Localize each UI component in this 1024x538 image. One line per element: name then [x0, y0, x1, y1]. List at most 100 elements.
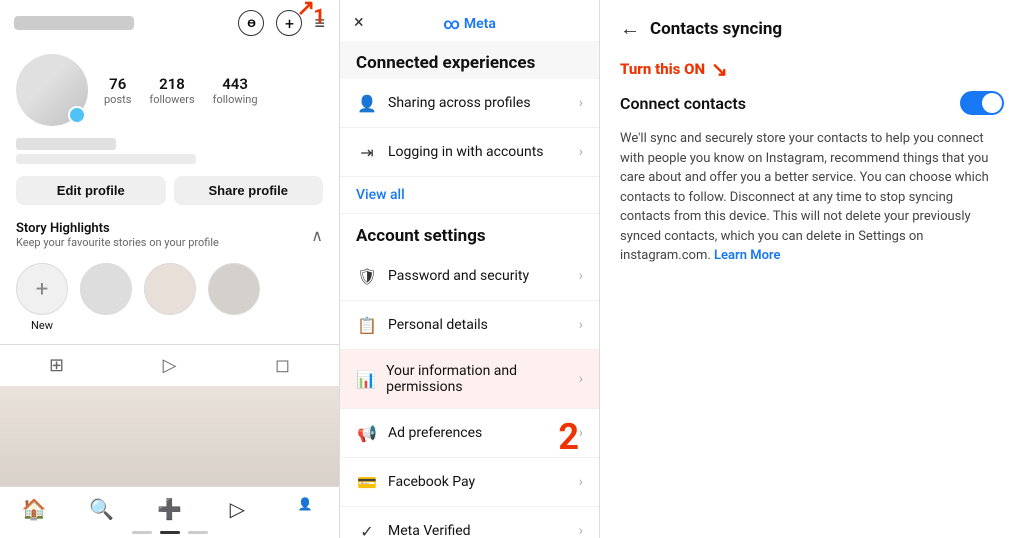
- ce-sharing-left: 👤 Sharing across profiles: [356, 92, 531, 114]
- cs-header: ← Contacts syncing: [620, 16, 1004, 41]
- edit-profile-button[interactable]: Edit profile: [16, 176, 166, 205]
- ig-highlight-2[interactable]: [144, 263, 196, 332]
- ig-stat-posts: 76 posts: [104, 75, 131, 106]
- threads-icon[interactable]: ϴ: [238, 10, 264, 36]
- ce-information-label: Your information and permissions: [386, 363, 579, 395]
- ig-posts-label: posts: [104, 93, 131, 106]
- cs-connect-row: Connect contacts: [620, 91, 1004, 115]
- ig-stats: 76 posts 218 followers 443 following: [104, 75, 258, 106]
- fbpay-icon: 💳: [356, 471, 378, 493]
- cs-turn-on-text: Turn this ON: [620, 60, 705, 78]
- ce-metaverified-item[interactable]: ✓ Meta Verified ›: [340, 507, 599, 538]
- cs-toggle[interactable]: [960, 91, 1004, 115]
- ig-nav-reels[interactable]: ▷: [203, 497, 271, 521]
- ig-highlights-subtitle: Keep your favourite stories on your prof…: [16, 236, 219, 249]
- ig-followers-count: 218: [159, 75, 185, 93]
- ig-top-bar: ϴ + ≡ ↗ 1: [0, 0, 339, 46]
- sharing-chevron-icon: ›: [579, 95, 583, 111]
- ce-adprefs-item[interactable]: 📢 Ad preferences ›: [340, 409, 599, 458]
- ig-nav-profile[interactable]: 👤: [271, 497, 339, 521]
- ce-fbpay-item[interactable]: 💳 Facebook Pay ›: [340, 458, 599, 507]
- ce-information-item[interactable]: 📊 Your information and permissions ›: [340, 350, 599, 409]
- shield-icon: 🛡: [356, 265, 378, 287]
- cs-annotation-row: Turn this ON ↘: [620, 57, 1004, 81]
- ce-metaverified-left: ✓ Meta Verified: [356, 520, 471, 538]
- ce-fbpay-label: Facebook Pay: [388, 474, 475, 490]
- ig-avatar-dot: [68, 106, 86, 124]
- ig-profile-section: 76 posts 218 followers 443 following: [0, 46, 339, 138]
- cs-learn-more-link[interactable]: Learn More: [714, 248, 780, 263]
- ig-highlight-3[interactable]: [208, 263, 260, 332]
- ce-information-left: 📊 Your information and permissions: [356, 363, 579, 395]
- highlights-chevron-icon[interactable]: ∧: [311, 226, 323, 245]
- ce-password-item[interactable]: 🛡 Password and security ›: [340, 252, 599, 301]
- add-icon[interactable]: +: [276, 10, 302, 36]
- ig-highlight-new[interactable]: + New: [16, 263, 68, 332]
- personal-icon: 📋: [356, 314, 378, 336]
- ig-highlight-3-icon: [208, 263, 260, 315]
- ce-logging-left: ⇥ Logging in with accounts: [356, 141, 544, 163]
- cs-connect-label: Connect contacts: [620, 94, 746, 113]
- ig-name-blur: [16, 138, 116, 150]
- ig-following-count: 443: [222, 75, 248, 93]
- ig-highlights-title: Story Highlights: [16, 221, 219, 236]
- ig-top-icons: ϴ + ≡: [238, 10, 325, 36]
- meta-symbol-icon: ∞: [443, 14, 460, 33]
- ig-nav-create[interactable]: ➕: [136, 497, 204, 521]
- ig-tab-grid[interactable]: ⊞: [0, 351, 113, 380]
- ce-view-all-link[interactable]: View all: [340, 177, 599, 214]
- menu-icon[interactable]: ≡: [314, 13, 325, 34]
- ig-highlights-row: + New: [0, 255, 339, 344]
- ce-metaverified-label: Meta Verified: [388, 523, 471, 538]
- ce-fbpay-left: 💳 Facebook Pay: [356, 471, 475, 493]
- ce-adprefs-left: 📢 Ad preferences: [356, 422, 482, 444]
- login-icon: ⇥: [356, 141, 378, 163]
- ig-highlights-info: Story Highlights Keep your favourite sto…: [16, 221, 219, 249]
- ig-avatar: [16, 54, 88, 126]
- ce-sharing-label: Sharing across profiles: [388, 95, 531, 111]
- ig-nav-indicator: [0, 527, 339, 538]
- ce-logging-label: Logging in with accounts: [388, 144, 544, 160]
- ig-stat-following: 443 following: [213, 75, 258, 106]
- meta-label: Meta: [464, 16, 496, 32]
- ce-personal-left: 📋 Personal details: [356, 314, 488, 336]
- ig-nav-search[interactable]: 🔍: [68, 497, 136, 521]
- connected-experiences-panel: × ∞ Meta Connected experiences 👤 Sharing…: [340, 0, 600, 538]
- ig-nav-dot-1: [132, 531, 152, 534]
- information-icon: 📊: [356, 368, 376, 390]
- back-icon[interactable]: ←: [620, 16, 640, 41]
- ig-highlight-add-icon[interactable]: +: [16, 263, 68, 315]
- ig-username: [14, 16, 134, 30]
- ce-header: × ∞ Meta: [340, 0, 599, 41]
- ig-tab-tagged[interactable]: ◻: [226, 351, 339, 380]
- ig-highlight-1-icon: [80, 263, 132, 315]
- ig-highlight-1[interactable]: [80, 263, 132, 332]
- ce-password-label: Password and security: [388, 268, 529, 284]
- ig-highlight-2-icon: [144, 263, 196, 315]
- ig-bio-blur: [16, 154, 196, 164]
- ig-nav-home[interactable]: 🏠: [0, 497, 68, 521]
- ig-tab-reels[interactable]: ▷: [113, 351, 226, 380]
- adprefs-chevron-icon: ›: [579, 425, 583, 441]
- ig-nav-dot-2: [160, 531, 180, 534]
- ig-highlights-header: Story Highlights Keep your favourite sto…: [0, 217, 339, 255]
- ce-personal-label: Personal details: [388, 317, 488, 333]
- fbpay-chevron-icon: ›: [579, 474, 583, 490]
- close-icon[interactable]: ×: [354, 12, 364, 33]
- sharing-icon: 👤: [356, 92, 378, 114]
- ig-bottom-nav: 🏠 🔍 ➕ ▷ 👤: [0, 486, 339, 527]
- ce-logging-in-item[interactable]: ⇥ Logging in with accounts ›: [340, 128, 599, 177]
- contacts-syncing-panel: ← Contacts syncing Turn this ON ↘ Connec…: [600, 0, 1024, 538]
- cs-title: Contacts syncing: [650, 19, 782, 39]
- cs-description: We'll sync and securely store your conta…: [620, 129, 1004, 266]
- metaverified-chevron-icon: ›: [579, 523, 583, 538]
- ce-personal-item[interactable]: 📋 Personal details ›: [340, 301, 599, 350]
- ig-photo-grid: [0, 386, 339, 486]
- password-chevron-icon: ›: [579, 268, 583, 284]
- share-profile-button[interactable]: Share profile: [174, 176, 324, 205]
- ig-action-buttons: Edit profile Share profile: [0, 176, 339, 217]
- ce-adprefs-label: Ad preferences: [388, 425, 482, 441]
- ce-password-left: 🛡 Password and security: [356, 265, 529, 287]
- ce-sharing-profiles-item[interactable]: 👤 Sharing across profiles ›: [340, 79, 599, 128]
- ig-tab-bar: ⊞ ▷ ◻: [0, 344, 339, 386]
